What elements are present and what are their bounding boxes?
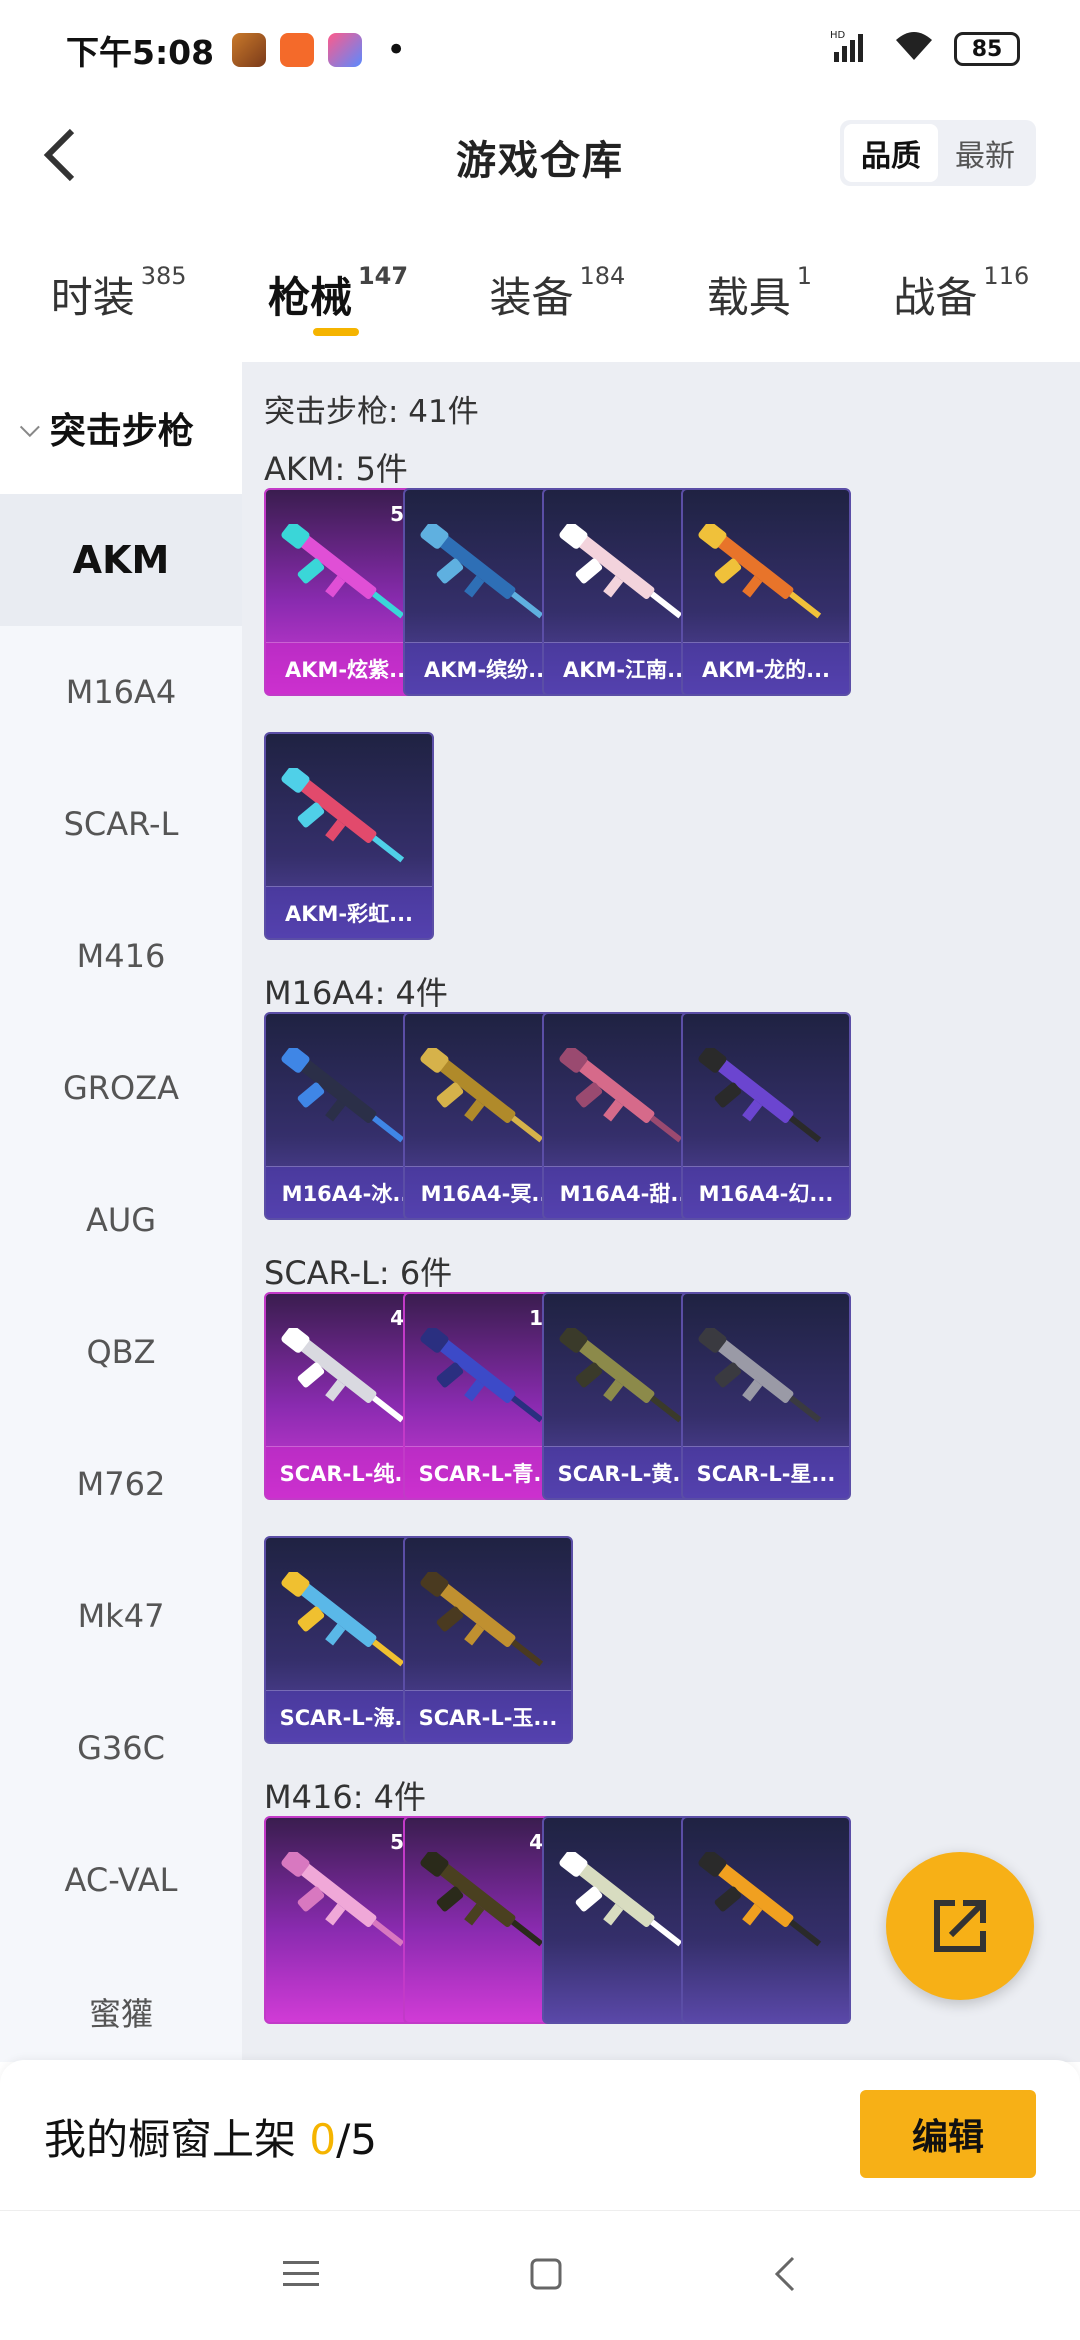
sidebar-item-g36c[interactable]: G36C (0, 1682, 242, 1814)
tab-count: 184 (579, 262, 626, 290)
status-time: 下午5:08 (66, 33, 215, 72)
rifle-icon (281, 768, 405, 863)
sidebar-item-m762[interactable]: M762 (0, 1418, 242, 1550)
showcase-label: 我的橱窗上架 0/5 (44, 2106, 377, 2167)
rifle-icon (420, 1852, 544, 1947)
system-nav-bar (0, 2210, 1080, 2340)
rifle-icon (559, 524, 683, 619)
tab-firearms[interactable]: 枪械 147 (267, 240, 409, 336)
category-summary: 突击步枪: 41件 (264, 394, 479, 430)
rifle-icon (698, 524, 822, 619)
tab-count: 116 (983, 262, 1030, 290)
tab-vehicles[interactable]: 载具 1 (707, 240, 812, 325)
tab-label: 枪械 (267, 273, 352, 322)
sidebar-item-ac-val[interactable]: AC-VAL (0, 1814, 242, 1946)
group-label: SCAR-L: 6件 (264, 1254, 453, 1292)
group-label: M416: 4件 (264, 1778, 427, 1816)
skin-name: AKM-龙的... (683, 642, 849, 694)
weapon-skin-card[interactable]: AKM-龙的... (681, 488, 851, 696)
share-button[interactable] (886, 1852, 1034, 2000)
rifle-icon (420, 1048, 544, 1143)
menu-icon[interactable] (283, 2259, 319, 2293)
tab-fashion[interactable]: 时装 385 (51, 240, 187, 325)
sidebar-item-aug[interactable]: AUG (0, 1154, 242, 1286)
chevron-down-icon: ⌵ (20, 412, 40, 443)
rifle-icon (698, 1328, 822, 1423)
sidebar-item-honey-badger[interactable]: 蜜獾 (0, 1946, 242, 2078)
skin-name: AKM-彩虹... (266, 886, 432, 938)
more-notifications-dot-icon: • (386, 30, 407, 70)
weapon-skin-card[interactable]: SCAR-L-星... (681, 1292, 851, 1500)
showcase-text: 我的橱窗上架 (44, 2115, 310, 2164)
tab-count: 385 (140, 262, 187, 290)
rifle-icon (559, 1852, 683, 1947)
status-bar: 下午5:08 • HD 85 (0, 0, 1080, 100)
category-tabs: 时装 385 枪械 147 装备 184 载具 1 战备 116 (0, 240, 1080, 350)
sort-newest-button[interactable]: 最新 (938, 124, 1032, 182)
sidebar-item-akm[interactable]: AKM (0, 494, 242, 626)
back-nav-icon[interactable] (773, 2256, 797, 2296)
showcase-count: 0 (309, 2115, 337, 2164)
rifle-icon (281, 524, 405, 619)
group-label: AKM: 5件 (264, 450, 408, 488)
showcase-bar: 我的橱窗上架 0/5 编辑 (0, 2060, 1080, 2210)
sidebar-item-qbz[interactable]: QBZ (0, 1286, 242, 1418)
status-right: HD 85 (830, 28, 1020, 70)
notification-icons (232, 33, 363, 67)
rifle-icon (420, 1572, 544, 1667)
skin-name: M16A4-幻... (683, 1166, 849, 1218)
store-app-icon (280, 33, 315, 67)
rifle-icon (281, 1852, 405, 1947)
sidebar-item-m416[interactable]: M416 (0, 890, 242, 1022)
skin-name: SCAR-L-玉... (405, 1690, 571, 1742)
share-external-icon (934, 1900, 986, 1952)
tab-label: 载具 (706, 273, 791, 322)
rifle-icon (420, 524, 544, 619)
tab-label: 战备 (893, 273, 978, 322)
sidebar-item-m16a4[interactable]: M16A4 (0, 626, 242, 758)
weapon-skin-card[interactable]: AKM-彩虹... (264, 732, 434, 940)
gamepad-app-icon (328, 33, 363, 67)
tab-label: 时装 (50, 273, 135, 322)
rifle-icon (559, 1048, 683, 1143)
sidebar-category-assault-rifle[interactable]: ⌵ 突击步枪 (0, 362, 242, 494)
rifle-icon (420, 1328, 544, 1423)
home-icon[interactable] (529, 2257, 563, 2295)
sort-quality-button[interactable]: 品质 (844, 124, 938, 182)
battery-icon: 85 (954, 32, 1020, 66)
rifle-icon (559, 1328, 683, 1423)
sidebar-item-mk47[interactable]: Mk47 (0, 1550, 242, 1682)
edit-button[interactable]: 编辑 (860, 2090, 1036, 2178)
weapon-skin-card[interactable] (681, 1816, 851, 2024)
rifle-icon (281, 1328, 405, 1423)
game-app-icon (232, 33, 267, 67)
showcase-total: /5 (336, 2115, 377, 2164)
sidebar-item-groza[interactable]: GROZA (0, 1022, 242, 1154)
weapon-sidebar: ⌵ 突击步枪 AKM M16A4 SCAR-L M416 GROZA AUG Q… (0, 362, 242, 2062)
header: 游戏仓库 品质 最新 (0, 100, 1080, 210)
wifi-icon (892, 28, 936, 70)
rifle-icon (281, 1048, 405, 1143)
rifle-icon (698, 1048, 822, 1143)
tab-supplies[interactable]: 战备 116 (893, 240, 1029, 325)
weapon-skin-card[interactable]: SCAR-L-玉... (403, 1536, 573, 1744)
tab-count: 147 (357, 262, 409, 290)
tab-count: 1 (796, 262, 812, 290)
rifle-icon (281, 1572, 405, 1667)
tab-label: 装备 (489, 273, 574, 322)
tab-equipment[interactable]: 装备 184 (489, 240, 625, 325)
signal-icon: HD (830, 28, 874, 70)
weapon-grid: 突击步枪: 41件 AKM: 5件5级AKM-炫紫...AKM-缤纷...AKM… (242, 362, 1080, 2062)
skin-name: SCAR-L-星... (683, 1446, 849, 1498)
sidebar-item-scar-l[interactable]: SCAR-L (0, 758, 242, 890)
sidebar-category-label: 突击步枪 (49, 411, 194, 452)
group-label: M16A4: 4件 (264, 974, 448, 1012)
weapon-skin-card[interactable]: M16A4-幻... (681, 1012, 851, 1220)
rifle-icon (698, 1852, 822, 1947)
sort-toggle: 品质 最新 (840, 120, 1036, 186)
svg-text:HD: HD (830, 30, 846, 41)
